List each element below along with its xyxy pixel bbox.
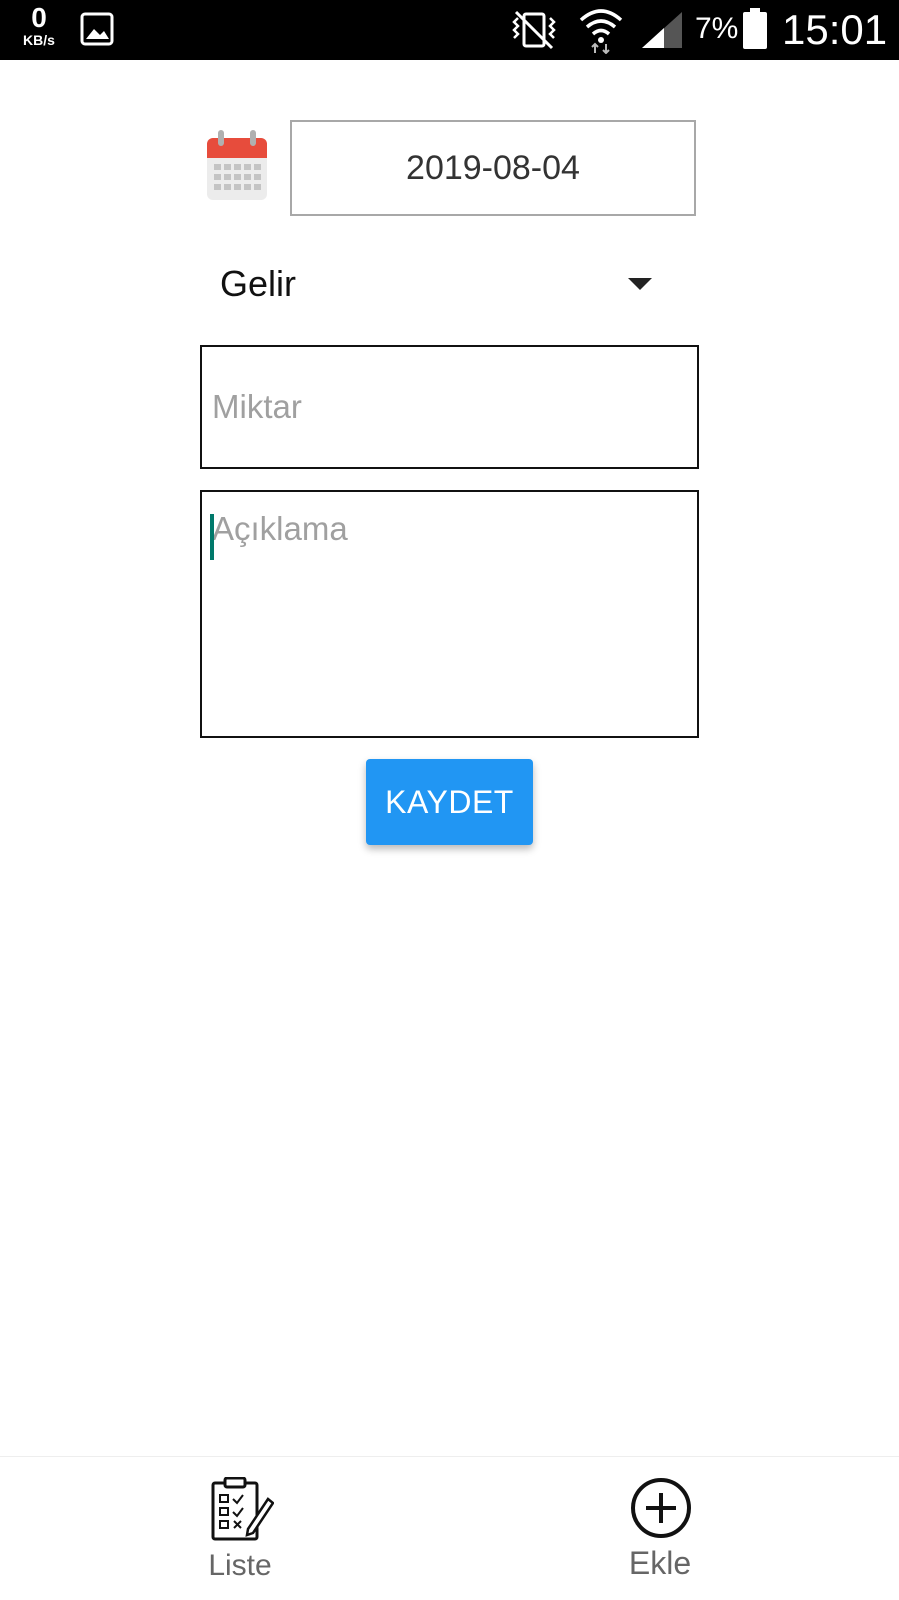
gallery-icon — [80, 12, 114, 51]
checklist-icon — [210, 1476, 275, 1548]
battery-icon — [742, 8, 768, 55]
vibrate-icon — [508, 8, 560, 57]
nav-item-label: Liste — [208, 1549, 272, 1582]
clock: 15:01 — [782, 6, 888, 53]
text-cursor — [210, 514, 214, 560]
calendar-icon[interactable] — [206, 130, 268, 207]
amount-input[interactable] — [200, 345, 699, 469]
plus-circle-icon — [630, 1477, 692, 1544]
chevron-down-icon — [628, 278, 652, 290]
network-speed: 0 KB/s — [14, 2, 64, 48]
nav-item-ekle[interactable]: Ekle — [560, 1457, 760, 1600]
signal-icon — [640, 10, 684, 55]
nav-item-liste[interactable]: Liste — [140, 1457, 340, 1600]
status-bar: 0 KB/s 7% 15:01 — [0, 0, 899, 60]
battery-percent: 7% — [695, 12, 739, 45]
nav-item-label: Ekle — [628, 1545, 692, 1581]
wifi-icon — [578, 6, 624, 59]
description-input[interactable] — [200, 490, 699, 738]
save-button[interactable]: KAYDET — [366, 759, 533, 845]
type-select-value: Gelir — [220, 263, 297, 304]
network-speed-unit: KB/s — [23, 32, 55, 48]
bottom-nav: Liste Ekle — [0, 1456, 899, 1600]
type-select[interactable]: Gelir — [200, 248, 660, 320]
network-speed-value: 0 — [31, 2, 47, 33]
date-field[interactable]: 2019-08-04 — [290, 120, 696, 216]
